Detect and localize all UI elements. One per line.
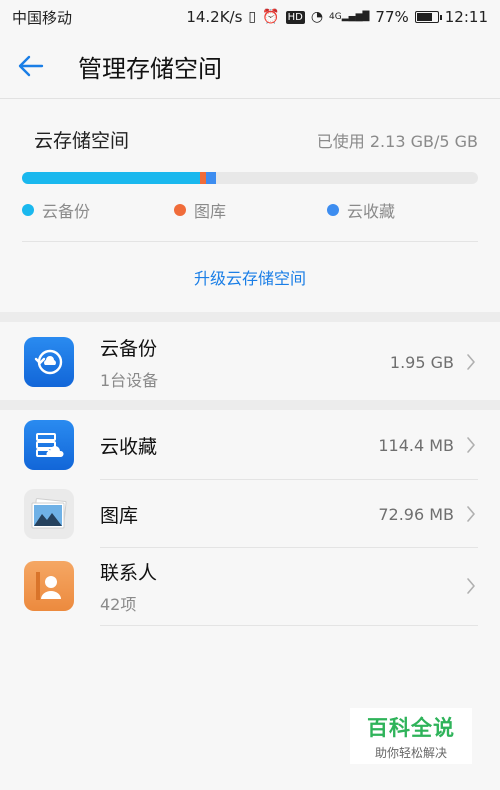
- hd-icon: HD: [285, 10, 305, 24]
- wifi-icon: ◔: [310, 9, 324, 25]
- list-item-gallery[interactable]: 图库 72.96 MB: [0, 480, 500, 548]
- app-bar: 管理存储空间: [0, 34, 500, 99]
- item-name: 云收藏: [100, 435, 158, 458]
- status-bar: 中国移动 14.2K/s ▯ ⏰ HD ◔ 4G▂▄▆█ 77% 12:11: [0, 0, 500, 34]
- list-item-cloud-favorites[interactable]: 云收藏 114.4 MB: [0, 411, 500, 479]
- upgrade-storage-link[interactable]: 升级云存储空间: [0, 242, 500, 312]
- legend-dot: [22, 204, 34, 216]
- item-size: 1.95 GB: [389, 352, 454, 372]
- chevron-right-icon: [466, 480, 476, 548]
- legend-dot: [174, 204, 186, 216]
- vibrate-icon: ▯: [248, 9, 257, 25]
- divider: [100, 547, 478, 548]
- clock: 12:11: [444, 8, 488, 26]
- storage-title: 云存储空间: [34, 130, 130, 152]
- back-arrow-icon: [18, 55, 44, 77]
- section-separator: [0, 312, 500, 322]
- chevron-right-icon: [466, 328, 476, 396]
- status-icons: 14.2K/s ▯ ⏰ HD ◔ 4G▂▄▆█ 77% 12:11: [186, 8, 500, 26]
- contacts-icon: [24, 561, 74, 611]
- signal-icon: 4G▂▄▆█: [329, 12, 370, 22]
- item-subtitle: 42项: [100, 594, 137, 614]
- cloud-favorites-icon: [24, 420, 74, 470]
- legend-label: 云收藏: [347, 202, 396, 221]
- item-name: 云备份: [100, 337, 158, 360]
- network-speed: 14.2K/s: [186, 8, 243, 26]
- alarm-icon: ⏰: [262, 9, 280, 25]
- watermark: 百科全说 助你轻松解决: [350, 708, 472, 764]
- list-item-contacts[interactable]: 联系人 42项: [0, 552, 500, 620]
- item-size: 72.96 MB: [378, 504, 454, 524]
- legend-item-backup: 云备份: [22, 198, 90, 222]
- item-size: 114.4 MB: [378, 435, 454, 455]
- section-separator: [0, 400, 500, 410]
- cloud-backup-icon: [24, 337, 74, 387]
- storage-legend: 云备份 图库 云收藏: [22, 198, 478, 222]
- list-item-text: 云备份 1台设备: [100, 328, 158, 396]
- page-title: 管理存储空间: [78, 54, 222, 83]
- legend-dot: [327, 204, 339, 216]
- item-name: 联系人: [100, 561, 158, 584]
- progress-segment-backup: [22, 172, 200, 184]
- battery-percent: 77%: [375, 8, 409, 26]
- list-item-text: 联系人 42项: [100, 552, 157, 620]
- divider: [100, 625, 478, 626]
- item-name: 图库: [100, 504, 139, 527]
- list-item-text: 云收藏: [100, 411, 157, 479]
- legend-item-gallery: 图库: [174, 198, 226, 222]
- watermark-title: 百科全说: [367, 715, 455, 740]
- gallery-icon: [24, 489, 74, 539]
- storage-header: 云存储空间 已使用 2.13 GB/5 GB: [34, 126, 478, 153]
- carrier-label: 中国移动: [12, 8, 73, 27]
- list-item-cloud-backup[interactable]: 云备份 1台设备 1.95 GB: [0, 328, 500, 396]
- chevron-right-icon: [466, 411, 476, 479]
- chevron-right-icon: [466, 552, 476, 620]
- storage-progress-bar: [22, 172, 478, 184]
- watermark-subtitle: 助你轻松解决: [374, 745, 447, 760]
- legend-item-favorites: 云收藏: [327, 198, 395, 222]
- progress-segment-favorites: [206, 172, 217, 184]
- legend-label: 图库: [194, 202, 227, 221]
- legend-label: 云备份: [42, 202, 91, 221]
- storage-summary: 云存储空间 已使用 2.13 GB/5 GB 云备份 图库 云收藏 升级云存储空…: [0, 100, 500, 312]
- battery-icon: [414, 11, 442, 23]
- storage-usage: 已使用 2.13 GB/5 GB: [316, 131, 478, 151]
- list-item-text: 图库: [100, 480, 138, 548]
- item-subtitle: 1台设备: [100, 370, 159, 390]
- back-button[interactable]: [0, 34, 60, 98]
